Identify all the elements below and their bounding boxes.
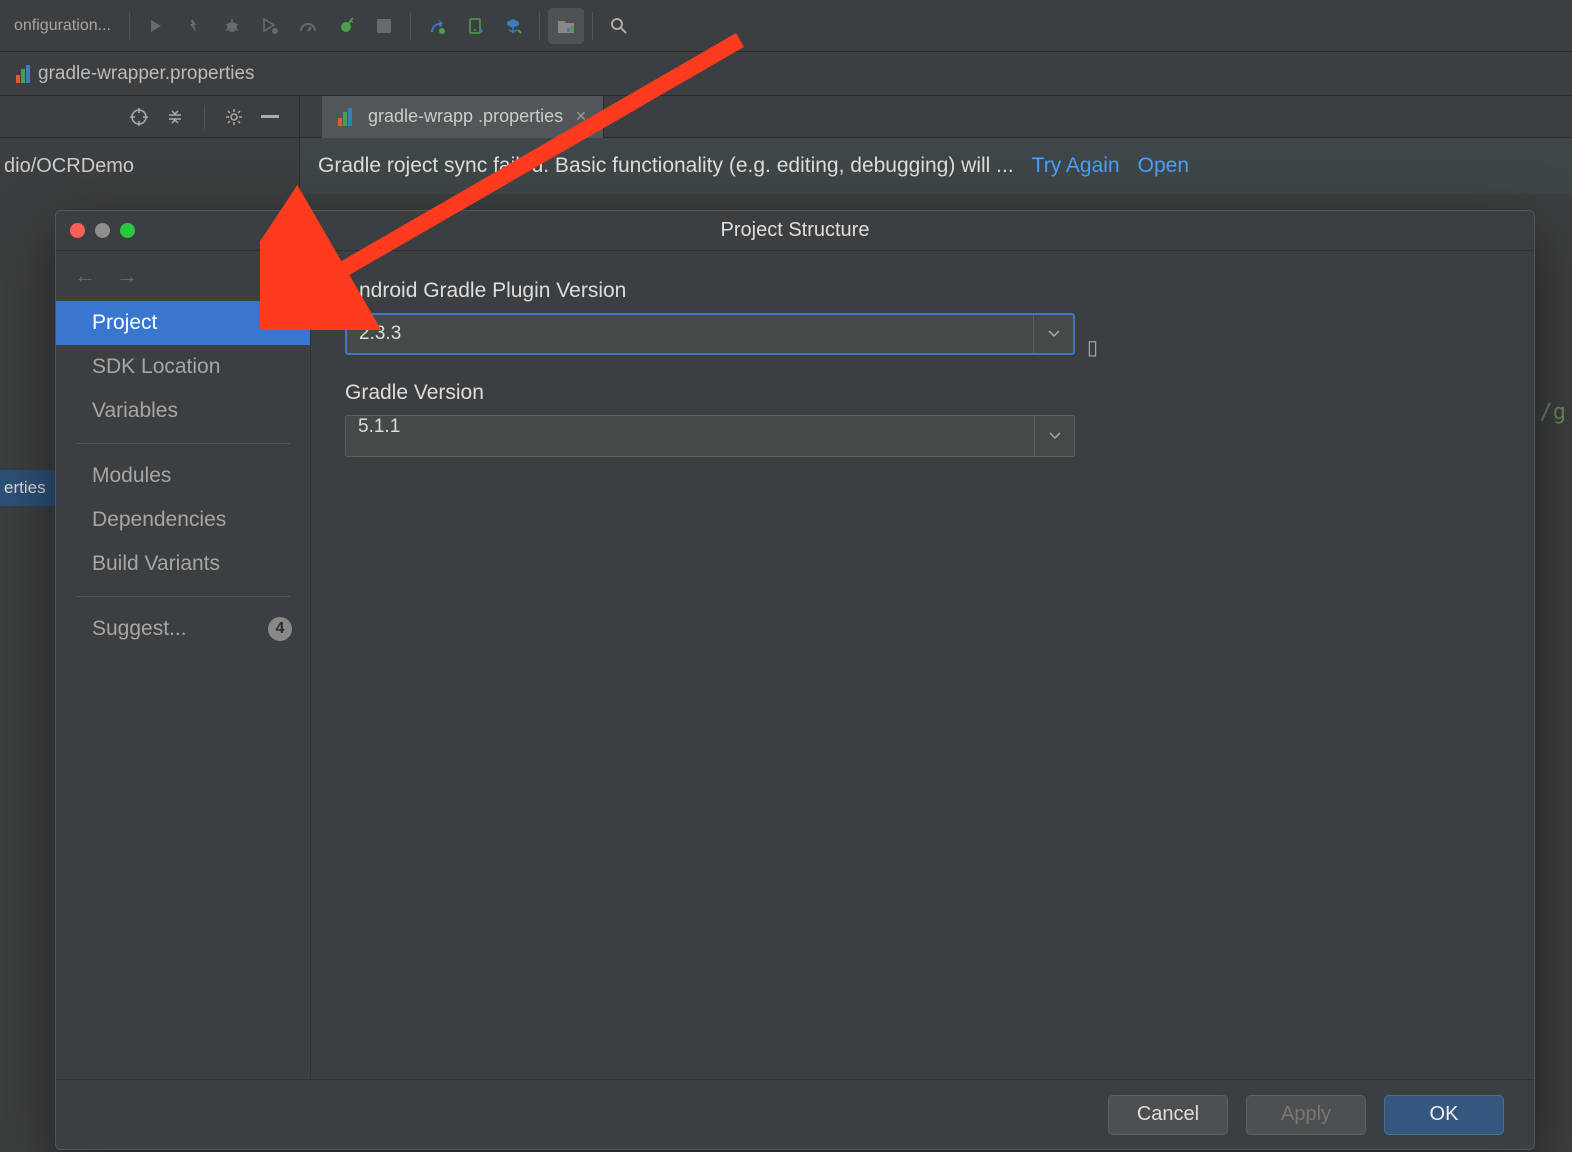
cancel-button[interactable]: Cancel [1108, 1095, 1228, 1135]
code-fragment: /g [1540, 400, 1567, 425]
separator [410, 12, 411, 40]
separator [76, 443, 290, 444]
try-again-link[interactable]: Try Again [1032, 154, 1120, 178]
gradle-file-icon [16, 65, 30, 83]
gradle-version-combo[interactable]: 5.1.1 [345, 415, 1075, 457]
close-icon[interactable]: ✕ [575, 108, 587, 125]
hide-icon[interactable] [259, 106, 281, 128]
gradle-version-value[interactable]: 5.1.1 [346, 416, 1034, 456]
dialog-main: Android Gradle Plugin Version ▯ Gradle V… [311, 251, 1534, 1079]
editor-tab[interactable]: gradle-wrapp .properties ✕ [322, 96, 604, 138]
separator [76, 596, 290, 597]
sidebar-item-variables[interactable]: Variables [56, 389, 310, 433]
run-icon[interactable] [138, 8, 174, 44]
nav-back-icon[interactable]: ← [74, 263, 96, 289]
nav-fwd-icon[interactable]: → [116, 263, 138, 289]
panel-tool-row: gradle-wrapp .properties ✕ [0, 96, 1572, 138]
separator [129, 12, 130, 40]
field-indicator: ▯ [1087, 335, 1098, 360]
agp-label: Android Gradle Plugin Version [345, 279, 1500, 303]
collapse-icon[interactable] [164, 106, 186, 128]
attach-icon[interactable] [328, 8, 364, 44]
sidebar-item-build-variants[interactable]: Build Variants [56, 542, 310, 586]
breadcrumb[interactable]: dio/OCRDemo [0, 138, 300, 194]
warning-text: Gradle roject sync failed. Basic functio… [318, 154, 1014, 178]
dialog-titlebar[interactable]: Project Structure [56, 211, 1534, 251]
open-file-tab[interactable]: gradle-wrapper.properties [0, 52, 1572, 96]
agp-version-input[interactable] [347, 315, 1033, 353]
editor-tab-label: gradle-wrapp .properties [368, 106, 563, 127]
separator [592, 12, 593, 40]
project-structure-icon[interactable] [548, 8, 584, 44]
sync-icon[interactable] [419, 8, 455, 44]
chevron-down-icon[interactable] [1033, 315, 1073, 353]
separator [204, 105, 205, 129]
debug-icon[interactable] [214, 8, 250, 44]
ok-button[interactable]: OK [1384, 1095, 1504, 1135]
avd-icon[interactable] [457, 8, 493, 44]
sync-warning-bar: Gradle roject sync failed. Basic functio… [300, 138, 1572, 194]
sidebar-item-project[interactable]: Project [56, 301, 310, 345]
sidebar-item-dependencies[interactable]: Dependencies [56, 498, 310, 542]
dialog-title: Project Structure [56, 219, 1534, 242]
run-config-dropdown[interactable]: onfiguration... [4, 13, 121, 39]
sidebar-item-suggestions[interactable]: Suggest... 4 [56, 607, 310, 651]
apply-button[interactable]: Apply [1246, 1095, 1366, 1135]
separator [539, 12, 540, 40]
gear-icon[interactable] [223, 106, 245, 128]
sdk-icon[interactable] [495, 8, 531, 44]
gradle-label: Gradle Version [345, 381, 1500, 405]
file-tab-label: gradle-wrapper.properties [38, 63, 255, 85]
target-icon[interactable] [128, 106, 150, 128]
gutter-selected-item[interactable]: erties [0, 470, 55, 506]
main-toolbar: onfiguration... [0, 0, 1572, 52]
chevron-down-icon[interactable] [1034, 416, 1074, 456]
dialog-footer: Cancel Apply OK [56, 1079, 1534, 1149]
stop-icon[interactable] [366, 8, 402, 44]
apply-icon[interactable] [176, 8, 212, 44]
gradle-file-icon [338, 108, 352, 126]
sidebar-item-modules[interactable]: Modules [56, 454, 310, 498]
project-structure-dialog: Project Structure ← → Project SDK Locati… [55, 210, 1535, 1150]
coverage-icon[interactable] [252, 8, 288, 44]
sidebar-item-sdk[interactable]: SDK Location [56, 345, 310, 389]
agp-version-combo[interactable] [345, 313, 1075, 355]
suggestions-badge: 4 [268, 617, 292, 641]
content-header: dio/OCRDemo Gradle roject sync failed. B… [0, 138, 1572, 194]
search-icon[interactable] [601, 8, 637, 44]
open-link[interactable]: Open [1138, 154, 1189, 178]
dialog-sidebar: ← → Project SDK Location Variables Modul… [56, 251, 311, 1079]
left-gutter [0, 194, 55, 1152]
profile-icon[interactable] [290, 8, 326, 44]
